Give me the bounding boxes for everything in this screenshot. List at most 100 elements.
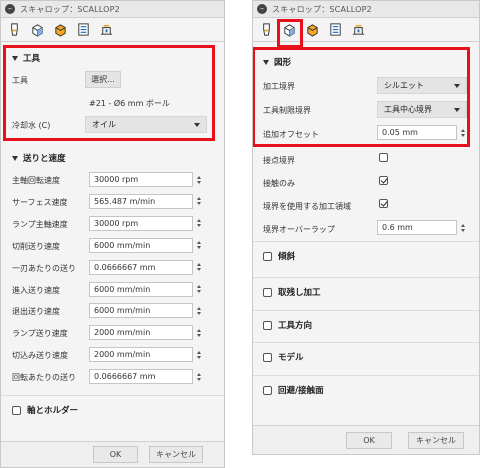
collapsed-section-header[interactable]: 回避/接触面	[263, 384, 324, 396]
right-tab-bar	[253, 18, 479, 42]
minimize-icon[interactable]: –	[5, 4, 15, 14]
feed-row-input[interactable]: 0.0666667 mm	[89, 259, 193, 275]
feed-row-input[interactable]: 2000 mm/min	[89, 347, 193, 363]
tab-passes[interactable]	[325, 19, 346, 40]
section-checkbox[interactable]	[263, 385, 272, 395]
left-footer: OK キャンセル	[1, 441, 224, 467]
collapsed-section-title: 回避/接触面	[278, 386, 324, 396]
tab-geometry[interactable]	[279, 19, 300, 40]
tool-select-button[interactable]: 選択...	[85, 71, 121, 88]
overlap-input[interactable]: 0.6 mm	[377, 220, 457, 235]
tool-icon	[263, 23, 270, 36]
feed-row-stepper[interactable]	[195, 260, 202, 275]
tab-linking[interactable]	[96, 19, 117, 40]
feed-row-stepper[interactable]	[195, 194, 202, 209]
tool-description: #21 - Ø6 mm ボール	[89, 99, 170, 108]
tab-tool[interactable]	[256, 19, 277, 40]
feed-row-input[interactable]: 6000 mm/min	[89, 237, 193, 253]
stock-contour-checkbox[interactable]	[379, 199, 388, 208]
left-dialog: – スキャロップ：SCALLOP2 工具 工具 選択... #21 - Ø6 m…	[0, 0, 225, 468]
divider	[1, 395, 224, 396]
section-checkbox[interactable]	[263, 251, 272, 261]
cancel-button[interactable]: キャンセル	[149, 446, 203, 463]
machining-boundary-select[interactable]: シルエット	[377, 77, 467, 94]
tab-geometry[interactable]	[27, 19, 48, 40]
tool-section-header[interactable]: 工具	[12, 52, 40, 64]
feed-row-input[interactable]: 2000 mm/min	[89, 325, 193, 341]
shaft-section-header[interactable]: 軸とホルダー	[12, 404, 78, 416]
collapse-triangle-icon	[12, 55, 18, 61]
divider	[253, 241, 479, 242]
divider	[253, 310, 479, 311]
collapsed-section-header[interactable]: 取残し加工	[263, 286, 321, 298]
feed-row-label: ランプ送り速度	[12, 329, 68, 339]
shaft-section-title: 軸とホルダー	[27, 406, 79, 416]
geometry-icon	[32, 24, 43, 37]
tab-heights[interactable]	[50, 19, 71, 40]
feed-row-input[interactable]: 6000 mm/min	[89, 303, 193, 319]
feed-row-label: 回転あたりの送り	[12, 373, 76, 383]
feed-row-stepper[interactable]	[195, 172, 202, 187]
chevron-down-icon	[454, 84, 460, 88]
passes-icon	[78, 23, 89, 36]
tab-passes[interactable]	[73, 19, 94, 40]
feed-row-stepper[interactable]	[195, 325, 202, 340]
tab-heights[interactable]	[302, 19, 323, 40]
tab-linking[interactable]	[348, 19, 369, 40]
section-checkbox[interactable]	[263, 320, 272, 330]
chevron-down-icon	[194, 123, 200, 127]
cancel-button[interactable]: キャンセル	[408, 432, 464, 449]
feed-row-input[interactable]: 30000 rpm	[89, 172, 193, 187]
overlap-stepper[interactable]	[459, 220, 466, 235]
feed-row-stepper[interactable]	[195, 347, 202, 362]
ok-button[interactable]: OK	[346, 432, 392, 449]
offset-stepper[interactable]	[459, 125, 466, 140]
feed-section-header[interactable]: 送りと速度	[12, 152, 66, 164]
tool-label: 工具	[12, 76, 28, 85]
section-checkbox[interactable]	[263, 287, 272, 297]
left-titlebar[interactable]: – スキャロップ：SCALLOP2	[1, 1, 224, 18]
section-checkbox[interactable]	[263, 352, 272, 362]
feed-row-stepper[interactable]	[195, 369, 202, 384]
feed-row-input[interactable]: 565.487 m/min	[89, 193, 193, 209]
tool-section-title: 工具	[23, 54, 41, 64]
feed-row-input[interactable]: 6000 mm/min	[89, 281, 193, 297]
right-footer: OK キャンセル	[253, 425, 479, 454]
collapsed-section-header[interactable]: 工具方向	[263, 319, 312, 331]
tool-containment-value: 工具中心境界	[384, 105, 432, 114]
offset-input[interactable]: 0.05 mm	[377, 125, 457, 140]
collapsed-section-header[interactable]: 傾斜	[263, 250, 295, 262]
collapsed-section-title: 工具方向	[278, 321, 313, 331]
tool-containment-select[interactable]: 工具中心境界	[377, 101, 467, 118]
minimize-icon[interactable]: –	[257, 4, 267, 14]
feed-row-label: 切削送り速度	[12, 241, 60, 251]
right-dialog-title: スキャロップ：SCALLOP2	[272, 4, 372, 14]
machining-boundary-label: 加工境界	[263, 82, 295, 91]
shaft-section-checkbox[interactable]	[12, 405, 21, 415]
shape-section-title: 図形	[274, 58, 292, 68]
feed-section-title: 送りと速度	[23, 154, 66, 164]
collapse-triangle-icon	[12, 155, 18, 161]
ok-button[interactable]: OK	[93, 446, 138, 463]
right-titlebar[interactable]: – スキャロップ：SCALLOP2	[253, 1, 479, 18]
feed-row-input[interactable]: 0.0666667 mm	[89, 369, 193, 385]
coolant-value: オイル	[92, 120, 116, 129]
coolant-select[interactable]: オイル	[85, 116, 207, 133]
divider	[253, 342, 479, 343]
collapsed-section-header[interactable]: モデル	[263, 351, 304, 363]
collapsed-section-title: 傾斜	[278, 252, 296, 262]
contact-only-checkbox[interactable]	[379, 176, 388, 185]
shape-section-header[interactable]: 図形	[263, 56, 291, 68]
tab-tool[interactable]	[4, 19, 25, 40]
feed-row-label: 主軸回転速度	[12, 176, 60, 185]
feed-row-stepper[interactable]	[195, 216, 202, 231]
contact-point-checkbox[interactable]	[379, 153, 388, 162]
feed-row-stepper[interactable]	[195, 282, 202, 297]
feed-row-input[interactable]: 30000 rpm	[89, 215, 193, 231]
contact-point-label: 接点境界	[263, 156, 295, 165]
feed-row-stepper[interactable]	[195, 303, 202, 318]
left-dialog-title: スキャロップ：SCALLOP2	[20, 4, 120, 14]
stock-contour-label: 境界を使用する加工領域	[263, 202, 351, 211]
geometry-icon	[284, 24, 295, 37]
feed-row-stepper[interactable]	[195, 238, 202, 253]
